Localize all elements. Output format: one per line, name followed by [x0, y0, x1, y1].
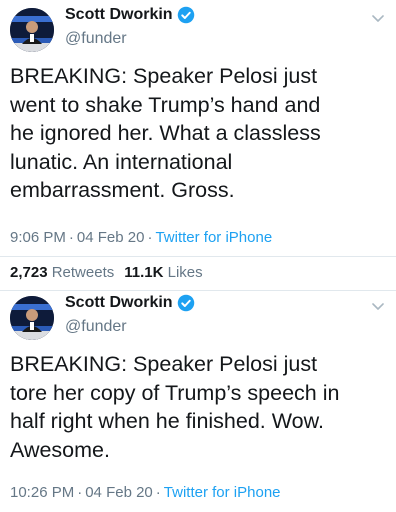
avatar[interactable] [10, 8, 54, 52]
retweets-label: Retweets [51, 264, 115, 281]
tweet-2[interactable]: Scott Dworkin @funder BREAKING: Speaker … [0, 290, 396, 512]
tweet-1[interactable]: Scott Dworkin @funder BREAKING: Speaker … [0, 0, 396, 290]
verified-badge-icon [177, 294, 195, 312]
meta-separator: · [68, 229, 74, 246]
meta-separator: · [155, 484, 161, 501]
tweet-time[interactable]: 9:06 PM [10, 229, 66, 246]
tweet-date[interactable]: 04 Feb 20 [77, 229, 145, 246]
chevron-down-icon[interactable] [370, 10, 386, 26]
tweet-time[interactable]: 10:26 PM [10, 484, 74, 501]
tweet-date[interactable]: 04 Feb 20 [85, 484, 153, 501]
chevron-down-icon[interactable] [370, 298, 386, 314]
tweet-meta: 9:06 PM · 04 Feb 20 · Twitter for iPhone [10, 229, 272, 246]
retweet-count: 2,723 [10, 264, 48, 281]
tweet-text: BREAKING: Speaker Pelosi just went to sh… [10, 64, 321, 202]
verified-badge-icon [177, 6, 195, 24]
likes-stat[interactable]: 11.1K Likes [124, 264, 202, 281]
tweet-meta: 10:26 PM · 04 Feb 20 · Twitter for iPhone [10, 484, 281, 501]
avatar[interactable] [10, 296, 54, 340]
tweet-stats: 2,723 Retweets 11.1K Likes [10, 264, 203, 281]
retweets-stat[interactable]: 2,723 Retweets [10, 264, 114, 281]
likes-label: Likes [167, 264, 203, 281]
meta-separator: · [147, 229, 153, 246]
like-count: 11.1K [124, 264, 164, 281]
author-row: Scott Dworkin [65, 294, 195, 312]
handle[interactable]: @funder [65, 318, 127, 336]
handle[interactable]: @funder [65, 30, 127, 48]
display-name[interactable]: Scott Dworkin [65, 294, 173, 312]
tweet-source-link[interactable]: Twitter for iPhone [155, 229, 272, 246]
tweet-text: BREAKING: Speaker Pelosi just tore her c… [10, 352, 340, 462]
display-name[interactable]: Scott Dworkin [65, 6, 173, 24]
author-row: Scott Dworkin [65, 6, 195, 24]
meta-separator: · [77, 484, 83, 501]
tweet-source-link[interactable]: Twitter for iPhone [164, 484, 281, 501]
divider [0, 256, 396, 257]
